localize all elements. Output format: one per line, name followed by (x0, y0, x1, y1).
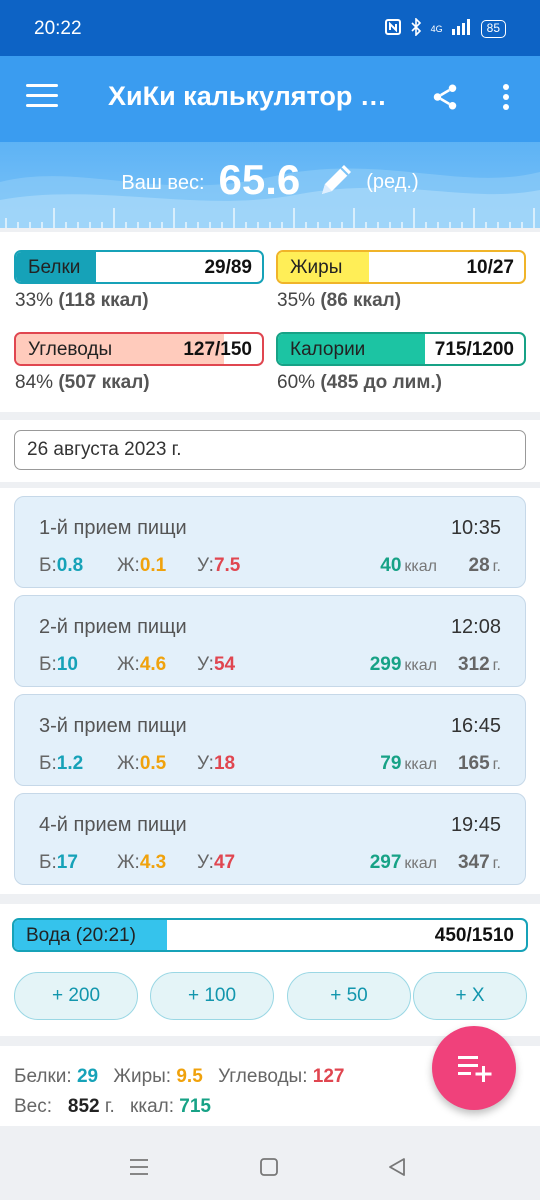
meal-grams: 165 г. (457, 753, 501, 774)
meal-grams: 312 г. (457, 654, 501, 675)
meal-item[interactable]: 1-й прием пищи 10:35 Б:0.8 Ж:0.1 У:7.5 4… (14, 496, 526, 588)
meal-carbs: У:54 (197, 654, 236, 675)
summary-macros: Белки: 29 Жиры: 9.5 Углеводы: 127 (14, 1066, 345, 1087)
water-add-50-button[interactable]: + 50 (287, 972, 411, 1020)
signal-icon (451, 19, 472, 39)
meal-carbs: У:7.5 (197, 555, 241, 576)
macro-subtitle: 60% (485 до лим.) (277, 372, 442, 393)
meal-carbs: У:18 (197, 753, 236, 774)
meal-protein: Б:17 (39, 852, 78, 873)
meal-item[interactable]: 3-й прием пищи 16:45 Б:1.2 Ж:0.5 У:18 79… (14, 694, 526, 786)
playlist-add-icon (458, 1056, 492, 1082)
water-progress-bar[interactable]: Вода (20:21) 450/1510 (12, 918, 528, 952)
macro-name: Белки (28, 257, 81, 278)
hamburger-icon[interactable] (26, 84, 58, 110)
nfc-icon (384, 19, 401, 39)
macro-subtitle: 33% (118 ккал) (15, 290, 149, 311)
network-label: 4G (430, 24, 443, 34)
meal-grams: 28 г. (468, 555, 501, 576)
macro-fat[interactable]: Жиры 10/27 35% (86 ккал) (276, 250, 526, 312)
meal-fat: Ж:4.3 (117, 852, 167, 873)
meal-kcal: 79 ккал (380, 753, 437, 774)
water-card: Вода (20:21) 450/1510 + 200 + 100 + 50 +… (0, 904, 540, 1036)
macro-carbs[interactable]: Углеводы 127/150 84% (507 ккал) (14, 332, 264, 394)
meal-time: 10:35 (450, 517, 501, 539)
meal-fat: Ж:0.5 (117, 753, 167, 774)
macro-value: 127/150 (183, 339, 252, 360)
macro-progress-bar: Углеводы 127/150 (14, 332, 264, 366)
macros-card: Белки 29/89 33% (118 ккал) Жиры 10/27 35… (0, 232, 540, 412)
meal-protein: Б:0.8 (39, 555, 84, 576)
meal-title: 2-й прием пищи (39, 616, 187, 638)
app-bar: ХиКи калькулятор БЖУ (0, 56, 540, 142)
pencil-icon[interactable] (316, 160, 356, 200)
macro-value: 29/89 (204, 257, 252, 278)
meal-fat: Ж:0.1 (117, 555, 167, 576)
meal-title: 4-й прием пищи (39, 814, 187, 836)
meal-kcal: 40 ккал (380, 555, 437, 576)
macro-progress-bar: Калории 715/1200 (276, 332, 526, 366)
macro-progress-bar: Белки 29/89 (14, 250, 264, 284)
macro-name: Углеводы (28, 339, 113, 360)
macro-name: Жиры (290, 257, 343, 278)
macro-progress-bar: Жиры 10/27 (276, 250, 526, 284)
meal-time: 19:45 (450, 814, 501, 836)
macro-protein[interactable]: Белки 29/89 33% (118 ккал) (14, 250, 264, 312)
macro-value: 715/1200 (434, 339, 514, 360)
meal-protein: Б:1.2 (39, 753, 84, 774)
home-icon[interactable] (258, 1156, 280, 1183)
meal-title: 1-й прием пищи (39, 517, 187, 539)
more-vert-icon[interactable] (496, 82, 516, 112)
meal-item[interactable]: 4-й прием пищи 19:45 Б:17 Ж:4.3 У:47 297… (14, 793, 526, 885)
water-add-custom-button[interactable]: + X (413, 972, 527, 1020)
add-meal-fab[interactable] (432, 1026, 516, 1110)
meal-time: 12:08 (450, 616, 501, 638)
meal-item[interactable]: 2-й прием пищи 12:08 Б:10 Ж:4.6 У:54 299… (14, 595, 526, 687)
macro-subtitle: 35% (86 ккал) (277, 290, 402, 311)
meal-kcal: 299 ккал (369, 654, 437, 675)
weight-edit-link[interactable]: (ред.) (366, 171, 418, 194)
macro-calories[interactable]: Калории 715/1200 60% (485 до лим.) (276, 332, 526, 394)
macro-name: Калории (290, 339, 366, 360)
summary-totals: Вес: 852 г. ккал: 715 (14, 1096, 211, 1117)
weight-panel[interactable]: Ваш вес: 65.6 (ред.) (0, 142, 540, 228)
meal-title: 3-й прием пищи (39, 715, 187, 737)
macro-subtitle: 84% (507 ккал) (15, 372, 150, 393)
bluetooth-icon (410, 17, 422, 40)
meals-list: 1-й прием пищи 10:35 Б:0.8 Ж:0.1 У:7.5 4… (0, 488, 540, 894)
share-icon[interactable] (430, 82, 460, 112)
macro-value: 10/27 (466, 257, 514, 278)
water-add-100-button[interactable]: + 100 (150, 972, 274, 1020)
date-card: 26 августа 2023 г. (0, 420, 540, 482)
back-icon[interactable] (386, 1156, 408, 1183)
weight-label: Ваш вес: (121, 171, 205, 194)
water-add-200-button[interactable]: + 200 (14, 972, 138, 1020)
meal-grams: 347 г. (457, 852, 501, 873)
water-value: 450/1510 (434, 925, 514, 946)
status-icons: 4G 85 (384, 17, 506, 40)
meal-time: 16:45 (450, 715, 501, 737)
meal-fat: Ж:4.6 (117, 654, 167, 675)
meal-protein: Б:10 (39, 654, 78, 675)
weight-value[interactable]: 65.6 (219, 156, 301, 204)
meal-carbs: У:47 (197, 852, 236, 873)
status-time: 20:22 (34, 18, 82, 39)
status-bar: 20:22 4G 85 (0, 0, 540, 56)
app-title: ХиКи калькулятор БЖУ (108, 81, 398, 111)
recents-icon[interactable] (128, 1156, 150, 1183)
date-selector[interactable]: 26 августа 2023 г. (14, 430, 526, 470)
system-nav-bar (0, 1136, 540, 1200)
meal-kcal: 297 ккал (369, 852, 437, 873)
water-label: Вода (20:21) (26, 925, 136, 946)
battery-icon: 85 (480, 20, 506, 38)
